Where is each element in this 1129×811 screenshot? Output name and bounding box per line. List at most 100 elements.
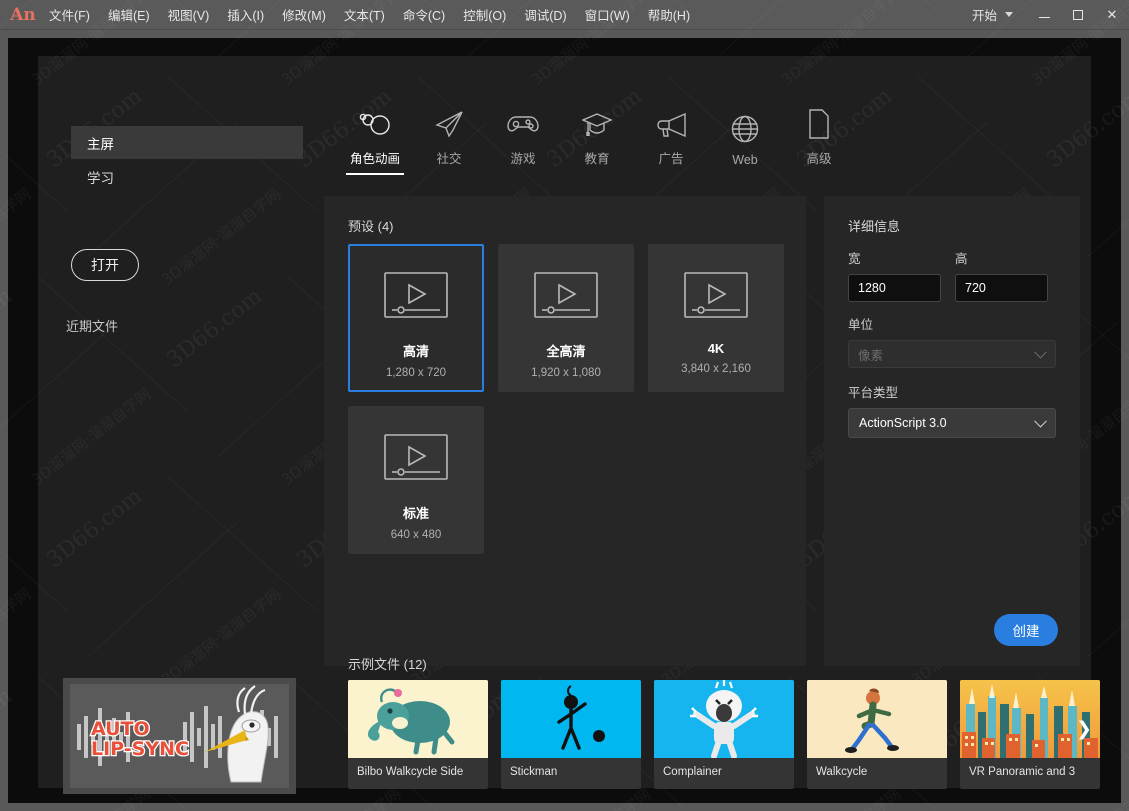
menu-item-2[interactable]: 视图(V) — [159, 1, 219, 28]
create-button[interactable]: 创建 — [994, 614, 1058, 646]
sidebar-item-label: 主屏 — [87, 133, 114, 153]
sample-label: Bilbo Walkcycle Side — [348, 758, 488, 778]
sidebar-item-0[interactable]: 主屏 — [71, 126, 303, 159]
outer-dark-pane: 3D66.com3D溜溜网·溜溜自学网3D66.com3D溜溜网·溜溜自学网3D… — [8, 38, 1121, 803]
preset-thumbnail-icon — [384, 434, 448, 485]
tab-label: 教育 — [584, 148, 609, 167]
preset-dimensions: 640 x 480 — [391, 529, 442, 541]
menu-item-0[interactable]: 文件(F) — [40, 1, 99, 28]
menu-item-9[interactable]: 窗口(W) — [576, 1, 639, 28]
sample-label: Walkcycle — [807, 758, 947, 778]
tab-6[interactable]: 高级 — [782, 104, 856, 177]
video-thumb-icon — [534, 272, 598, 318]
maximize-button[interactable] — [1061, 0, 1095, 29]
sample-files-section: 示例文件 (12) Bilbo Walkcycle SideStickmanCo… — [324, 654, 1091, 788]
menu-item-6[interactable]: 命令(C) — [394, 1, 454, 28]
platform-select[interactable]: ActionScript 3.0 — [848, 408, 1056, 438]
tab-0[interactable]: 角色动画 — [338, 104, 412, 177]
watermark-text: 3D66.com — [1042, 84, 1129, 173]
chevron-down-icon — [1034, 346, 1047, 359]
animate-start-screen: An 文件(F)编辑(E)视图(V)插入(I)修改(M)文本(T)命令(C)控制… — [0, 0, 1129, 811]
unit-value: 像素 — [858, 345, 883, 364]
watermark-text: 3D66.com — [0, 684, 17, 773]
tab-label: 高级 — [806, 148, 831, 167]
watermark-text-cn: 3D溜溜网·溜溜自学网 — [0, 583, 35, 689]
platform-field-group: 平台类型 ActionScript 3.0 — [848, 382, 1056, 438]
character-animation-icon — [358, 104, 392, 144]
workspace-label[interactable]: 开始 — [962, 5, 1001, 24]
open-button[interactable]: 打开 — [71, 249, 139, 281]
close-icon: ✕ — [1107, 7, 1118, 23]
auto-lip-sync-artwork: AUTO LIP-SYNC — [63, 678, 296, 794]
sample-label: VR Panoramic and 3 — [960, 758, 1100, 778]
app-logo-an: An — [0, 5, 40, 25]
video-thumb-icon — [684, 272, 748, 318]
menu-bar: An 文件(F)编辑(E)视图(V)插入(I)修改(M)文本(T)命令(C)控制… — [0, 0, 1129, 30]
document-icon — [807, 104, 831, 144]
tab-label: 社交 — [436, 148, 461, 167]
graduation-cap-icon — [582, 104, 612, 144]
recent-file-hero-card[interactable]: AUTO LIP-SYNC — [63, 678, 296, 794]
maximize-icon — [1073, 10, 1083, 20]
carousel-next-arrow[interactable]: ❯ — [1071, 716, 1097, 742]
menu-item-7[interactable]: 控制(O) — [454, 1, 515, 28]
window-controls-group: 开始 ✕ — [962, 0, 1129, 30]
paper-plane-icon — [434, 104, 464, 144]
unit-select: 像素 — [848, 340, 1056, 368]
presets-grid: 高清1,280 x 720全高清1,920 x 1,080 4K 3,840 x 2… — [348, 244, 788, 554]
app-body: 3D66.com3D溜溜网·溜溜自学网3D66.com3D溜溜网·溜溜自学网3D… — [0, 30, 1129, 811]
sample-card-2[interactable]: Complainer — [654, 680, 794, 789]
watermark-text-cn: 3D溜溜网·溜溜自学网 — [0, 183, 35, 289]
tab-active-underline — [346, 173, 404, 175]
sample-thumbnail — [654, 680, 794, 758]
minimize-button[interactable] — [1027, 0, 1061, 29]
sample-card-1[interactable]: Stickman — [501, 680, 641, 789]
menu-item-8[interactable]: 调试(D) — [515, 1, 575, 28]
preset-name: 4K — [708, 341, 725, 356]
sample-card-3[interactable]: Walkcycle — [807, 680, 947, 789]
tab-active-underline — [642, 173, 700, 175]
width-input[interactable] — [848, 274, 941, 302]
chevron-down-icon — [1034, 415, 1047, 428]
tab-5[interactable]: Web — [708, 109, 782, 177]
menu-item-10[interactable]: 帮助(H) — [639, 1, 699, 28]
chevron-down-icon[interactable] — [1005, 12, 1013, 17]
watermark-text: 3D66.com — [0, 284, 17, 373]
preset-thumbnail-icon — [384, 272, 448, 323]
tab-label: 角色动画 — [350, 148, 400, 167]
presets-title: 预设 (4) — [348, 216, 394, 235]
tab-2[interactable]: 游戏 — [486, 104, 560, 177]
preset-card-2[interactable]: 4K 3,840 x 2,160 — [648, 244, 784, 392]
preset-card-3[interactable]: 标准640 x 480 — [348, 406, 484, 554]
hero-line-2: LIP-SYNC — [91, 738, 189, 760]
menu-item-1[interactable]: 编辑(E) — [99, 1, 159, 28]
preset-card-1[interactable]: 全高清1,920 x 1,080 — [498, 244, 634, 392]
video-thumb-icon — [384, 272, 448, 318]
sidebar-item-1[interactable]: 学习 — [71, 160, 303, 193]
preset-thumbnail-icon — [684, 272, 748, 323]
watermark-line — [1088, 122, 1129, 257]
unit-label: 单位 — [848, 314, 1056, 333]
minimize-icon — [1039, 17, 1050, 18]
sample-card-0[interactable]: Bilbo Walkcycle Side — [348, 680, 488, 789]
video-thumb-icon — [384, 434, 448, 480]
preset-thumbnail-icon — [534, 272, 598, 323]
megaphone-icon — [655, 104, 687, 144]
tab-label: 广告 — [658, 148, 683, 167]
tab-1[interactable]: 社交 — [412, 104, 486, 177]
menu-item-3[interactable]: 插入(I) — [218, 1, 273, 28]
height-input[interactable] — [955, 274, 1048, 302]
gamepad-icon — [506, 104, 540, 144]
preset-card-0[interactable]: 高清1,280 x 720 — [348, 244, 484, 392]
tab-4[interactable]: 广告 — [634, 104, 708, 177]
menu-item-5[interactable]: 文本(T) — [335, 1, 394, 28]
preset-dimensions: 3,840 x 2,160 — [681, 363, 751, 375]
tab-active-underline — [716, 173, 774, 175]
preset-name: 全高清 — [546, 341, 585, 360]
menu-item-4[interactable]: 修改(M) — [273, 1, 335, 28]
close-button[interactable]: ✕ — [1095, 0, 1129, 29]
tab-active-underline — [790, 173, 848, 175]
details-title: 详细信息 — [848, 216, 900, 235]
sample-label: Stickman — [501, 758, 641, 778]
tab-3[interactable]: 教育 — [560, 104, 634, 177]
